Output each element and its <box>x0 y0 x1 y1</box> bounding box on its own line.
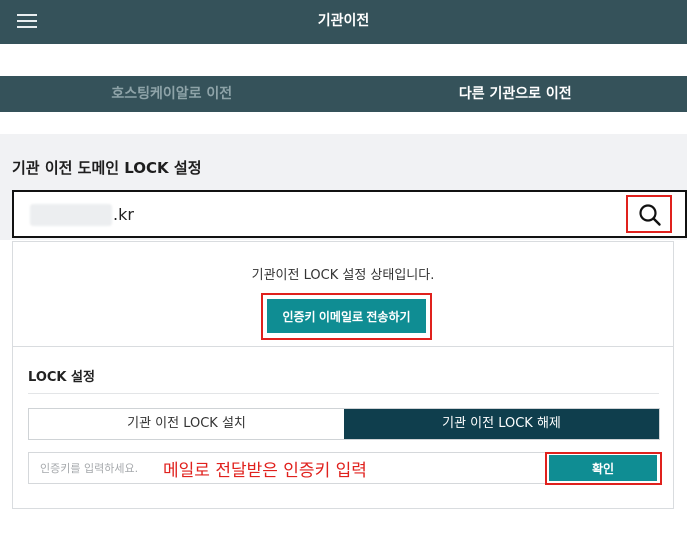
top-bar: 기관이전 <box>0 0 687 44</box>
divider <box>28 393 659 394</box>
confirm-button[interactable]: 확인 <box>549 455 657 481</box>
masked-domain-name <box>30 204 112 226</box>
transfer-tabs: 호스팅케이알로 이전 다른 기관으로 이전 <box>0 76 687 112</box>
tab-transfer-to-other[interactable]: 다른 기관으로 이전 <box>344 76 687 112</box>
lock-settings-title: LOCK 설정 <box>28 370 95 385</box>
search-button[interactable] <box>626 195 672 233</box>
domain-field[interactable]: .kr <box>12 190 687 238</box>
lock-panel: 기관이전 LOCK 설정 상태입니다. 인증키 이메일로 전송하기 LOCK 설… <box>12 241 674 509</box>
section-title: 기관 이전 도메인 LOCK 설정 <box>12 159 202 177</box>
annotation-text: 메일로 전달받은 인증키 입력 <box>163 461 367 481</box>
option-lock-install[interactable]: 기관 이전 LOCK 설치 <box>29 409 344 439</box>
tab-transfer-to-hosting[interactable]: 호스팅케이알로 이전 <box>0 76 344 112</box>
page-title: 기관이전 <box>317 13 370 29</box>
option-lock-release[interactable]: 기관 이전 LOCK 해제 <box>344 409 659 439</box>
search-icon <box>639 204 661 226</box>
divider <box>13 346 673 347</box>
lock-status-text: 기관이전 LOCK 설정 상태입니다. <box>251 268 435 283</box>
send-auth-key-email-button[interactable]: 인증키 이메일로 전송하기 <box>267 299 426 333</box>
lock-option-toggle: 기관 이전 LOCK 설치 기관 이전 LOCK 해제 <box>28 408 660 440</box>
domain-suffix: .kr <box>113 205 134 224</box>
